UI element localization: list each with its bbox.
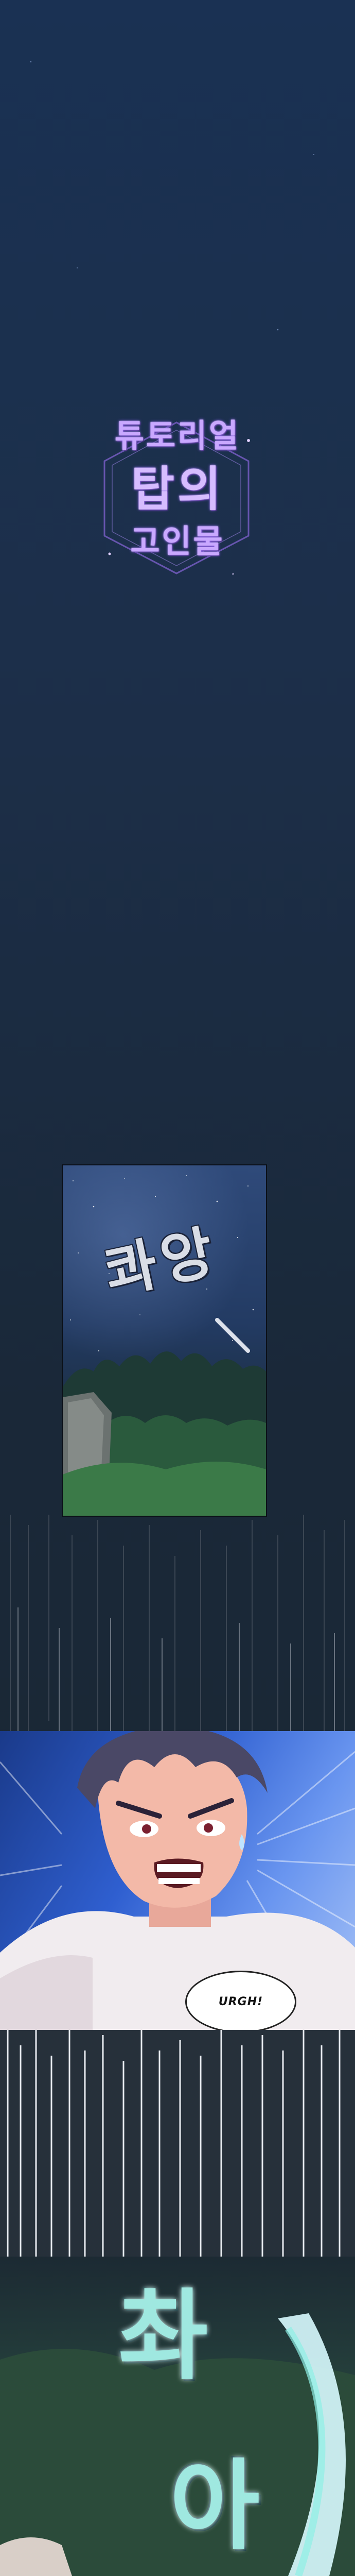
slash-sfx-bottom: 아: [170, 2449, 260, 2563]
logo-line-1: 튜토리얼: [114, 417, 241, 454]
logo-line-2: 탑의: [131, 462, 224, 517]
title-logo: 튜토리얼 탑의 고인물: [95, 399, 260, 631]
panel-slash: 촤 아: [0, 2257, 355, 2576]
speech-bubble: URGH!: [185, 1971, 296, 2033]
slash-sfx-top: 촤: [118, 2279, 208, 2393]
panel-night-sky: 콰앙: [62, 1164, 267, 1517]
speed-lines-1: [10, 1515, 345, 1731]
speed-lines-2: [0, 2030, 355, 2277]
character-illustration: [0, 1731, 355, 2030]
logo-line-3: 고인물: [130, 522, 225, 560]
panel-angry-character: [0, 1731, 355, 2030]
speech-text: URGH!: [218, 1995, 263, 2008]
